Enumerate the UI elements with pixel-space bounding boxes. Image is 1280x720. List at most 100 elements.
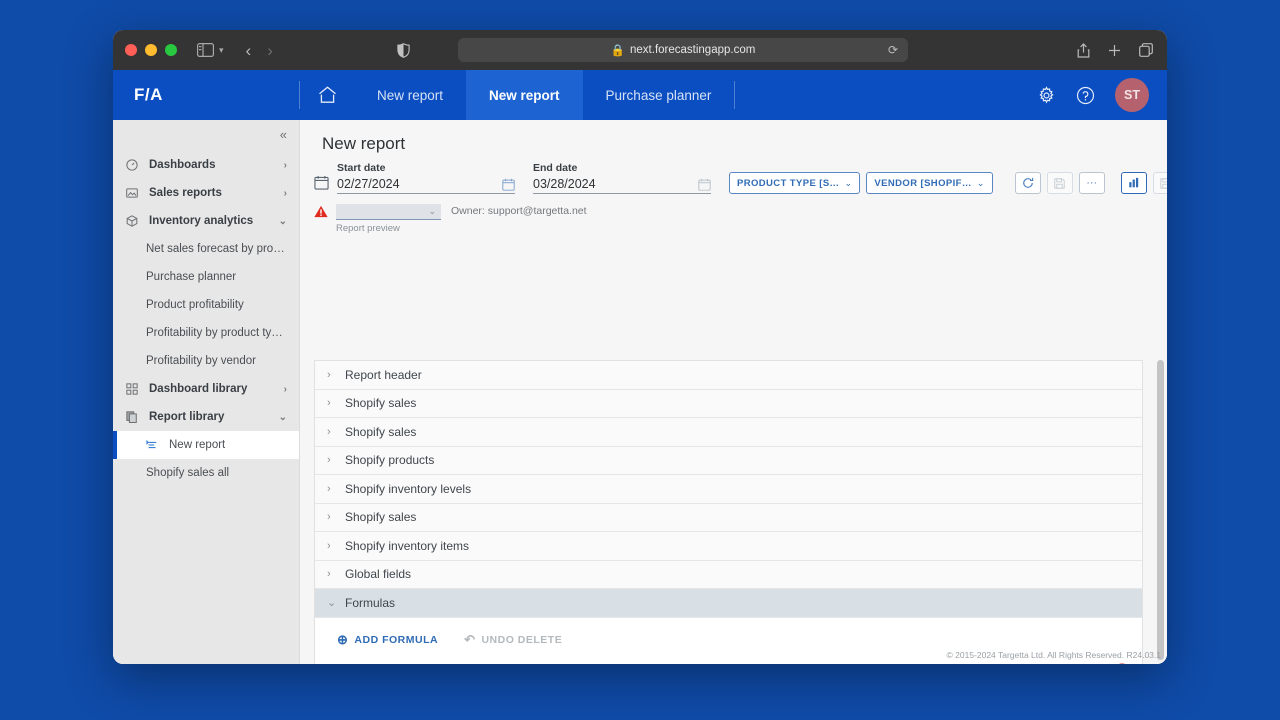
start-date-value: 02/27/2024 (337, 177, 400, 191)
save-button[interactable] (1047, 172, 1073, 194)
chevron-right-icon: › (327, 483, 335, 495)
lock-icon: 🔒 (611, 43, 625, 57)
sidebar-item-profitability-by-vendor[interactable]: Profitability by vendor (113, 347, 299, 375)
tab-purchase-planner[interactable]: Purchase planner (583, 70, 735, 120)
home-button[interactable] (300, 70, 354, 120)
privacy-shield-icon[interactable] (397, 43, 410, 58)
add-display-icon[interactable]: + (1066, 663, 1087, 665)
close-window-button[interactable] (125, 44, 137, 56)
section-shopify-sales-3[interactable]: › Shopify sales (315, 504, 1142, 533)
sidebar-item-label: Net sales forecast by pro… (146, 243, 287, 255)
tab-new-report-1[interactable]: New report (354, 70, 466, 120)
refresh-button[interactable] (1015, 172, 1041, 194)
report-icon (146, 439, 162, 451)
scrollbar-thumb[interactable] (1157, 360, 1164, 660)
gear-icon[interactable] (1037, 86, 1056, 105)
avatar[interactable]: ST (1115, 78, 1149, 112)
browser-window: ▾ ‹ › 🔒 next.forecastingapp.com ⟳ (113, 30, 1167, 664)
save-view-button[interactable] (1153, 172, 1167, 194)
browser-nav-arrows: ‹ › (246, 42, 273, 59)
address-bar[interactable]: 🔒 next.forecastingapp.com ⟳ (458, 38, 908, 62)
section-shopify-products[interactable]: › Shopify products (315, 447, 1142, 476)
calendar-icon[interactable] (698, 178, 711, 191)
sidebar-toggle-icon[interactable] (197, 43, 214, 57)
section-report-header[interactable]: › Report header (315, 361, 1142, 390)
chart-view-button[interactable] (1121, 172, 1147, 194)
footer-copyright: © 2015-2024 Targetta Ltd. All Rights Res… (947, 650, 1162, 660)
filter-label: PRODUCT TYPE [S… (737, 178, 839, 189)
chevron-right-icon: › (284, 384, 287, 395)
sidebar-item-sales-reports[interactable]: Sales reports › (113, 179, 299, 207)
sidebar-collapse-button[interactable]: « (113, 120, 299, 148)
chevron-down-icon[interactable]: ▾ (219, 45, 224, 56)
url-text: next.forecastingapp.com (630, 44, 755, 56)
section-shopify-inventory-items[interactable]: › Shopify inventory items (315, 532, 1142, 561)
filter-product-type[interactable]: PRODUCT TYPE [S… ⌄ (729, 172, 860, 194)
chevron-right-icon: › (327, 540, 335, 552)
chevron-right-icon: › (284, 160, 287, 171)
collapse-left-icon: « (280, 127, 287, 142)
app-logo[interactable]: F/A (113, 85, 299, 105)
chevron-down-icon: ⌄ (428, 206, 436, 217)
sidebar-item-label: Inventory analytics (149, 215, 279, 227)
help-icon[interactable] (1076, 86, 1095, 105)
page-title: New report (300, 120, 1167, 154)
end-date-field[interactable]: End date 03/28/2024 (533, 162, 711, 194)
trash-icon[interactable] (1116, 663, 1128, 664)
section-formulas[interactable]: ⌄ Formulas (315, 589, 1142, 618)
header-divider-2 (734, 81, 735, 109)
reload-icon[interactable]: ⟳ (888, 43, 898, 57)
chevron-right-icon: › (284, 188, 287, 199)
share-icon[interactable] (1077, 43, 1090, 58)
maximize-window-button[interactable] (165, 44, 177, 56)
preview-row: ⌄ Report preview Owner: support@targetta… (300, 194, 1167, 234)
undo-delete-button[interactable]: ↶ UNDO DELETE (464, 632, 562, 648)
content-scrollbar[interactable] (1157, 360, 1164, 662)
tab-new-report-2[interactable]: New report (466, 70, 583, 120)
section-shopify-sales-2[interactable]: › Shopify sales (315, 418, 1142, 447)
formula-datatype-select[interactable]: float ⌄ Data type (966, 663, 1042, 665)
sidebar-item-new-report[interactable]: New report (113, 431, 299, 459)
formulas-actions: ⊕ ADD FORMULA ↶ UNDO DELETE (315, 632, 1142, 648)
back-button[interactable]: ‹ (246, 42, 252, 59)
forward-button[interactable]: › (267, 42, 273, 59)
add-formula-button[interactable]: ⊕ ADD FORMULA (337, 632, 438, 648)
chevron-down-icon: ⌄ (844, 178, 852, 189)
section-label: Shopify sales (345, 425, 416, 439)
formula-caption-field[interactable]: Fcst Caption (347, 663, 476, 665)
section-shopify-inventory-levels[interactable]: › Shopify inventory levels (315, 475, 1142, 504)
section-label: Shopify inventory levels (345, 482, 471, 496)
sidebar-item-dashboard-library[interactable]: Dashboard library › (113, 375, 299, 403)
sidebar-item-dashboards[interactable]: Dashboards › (113, 151, 299, 179)
filter-label: VENDOR [SHOPIF… (874, 178, 971, 189)
section-global-fields[interactable]: › Global fields (315, 561, 1142, 590)
browser-chrome: ▾ ‹ › 🔒 next.forecastingapp.com ⟳ (113, 30, 1167, 70)
calendar-range-button[interactable] (314, 175, 337, 194)
sidebar-item-net-sales-forecast[interactable]: Net sales forecast by pro… (113, 235, 299, 263)
toolbar-action-group: ··· (1015, 172, 1105, 194)
minimize-window-button[interactable] (145, 44, 157, 56)
sidebar-nav-list: Dashboards › Sales reports › (113, 148, 299, 487)
section-label: Shopify sales (345, 510, 416, 524)
tabs-icon[interactable] (1139, 43, 1153, 57)
calendar-icon[interactable] (502, 178, 515, 191)
sidebar-item-profitability-by-product-type[interactable]: Profitability by product ty… (113, 319, 299, 347)
more-button[interactable]: ··· (1079, 172, 1105, 194)
sidebar-item-product-profitability[interactable]: Product profitability (113, 291, 299, 319)
sidebar-item-inventory-analytics[interactable]: Inventory analytics ⌄ (113, 207, 299, 235)
report-preview-select[interactable]: ⌄ Report preview (336, 204, 441, 234)
sidebar-item-report-library[interactable]: Report library ⌄ (113, 403, 299, 431)
chevron-right-icon: › (327, 397, 335, 409)
section-label: Report header (345, 368, 422, 382)
sidebar-item-purchase-planner[interactable]: Purchase planner (113, 263, 299, 291)
start-date-field[interactable]: Start date 02/27/2024 (337, 162, 515, 194)
image-icon (126, 187, 142, 199)
sidebar-item-shopify-sales-all[interactable]: Shopify sales all (113, 459, 299, 487)
main-content: New report Start date 02/27/2024 (299, 120, 1167, 664)
section-label: Global fields (345, 567, 411, 581)
plus-icon[interactable] (1108, 44, 1121, 57)
filter-vendor[interactable]: VENDOR [SHOPIF… ⌄ (866, 172, 992, 194)
formula-expression-field[interactable]: Fn.forecast(row['value'],weeks=row['week… (490, 663, 955, 665)
section-shopify-sales-1[interactable]: › Shopify sales (315, 390, 1142, 419)
sidebar-item-label: Report library (149, 411, 279, 423)
